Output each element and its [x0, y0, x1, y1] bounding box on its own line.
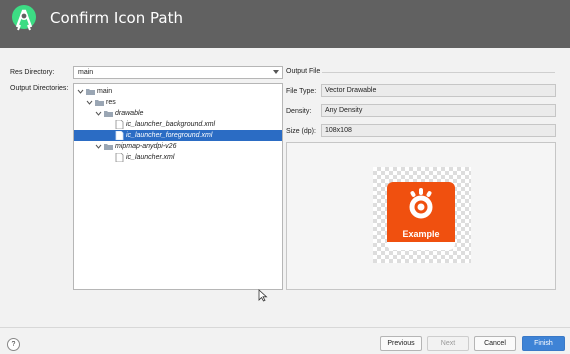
density-field: Any Density	[321, 104, 556, 117]
tree-row-ic-launcher-foreground[interactable]: ic_launcher_foreground.xml	[74, 130, 282, 141]
tree-item-label: ic_launcher.xml	[126, 154, 175, 161]
chevron-down-icon[interactable]	[95, 143, 102, 150]
file-type-label: File Type:	[286, 88, 317, 95]
section-divider	[322, 72, 555, 73]
size-field: 108x108	[321, 124, 556, 137]
folder-icon	[86, 89, 95, 95]
footer-divider	[0, 327, 570, 328]
density-value: Any Density	[325, 107, 363, 114]
res-directory-value: main	[78, 69, 94, 76]
window-title: Confirm Icon Path	[50, 9, 183, 27]
cancel-button[interactable]: Cancel	[474, 336, 516, 351]
tree-row-drawable[interactable]: drawable	[74, 108, 282, 119]
folder-icon	[104, 144, 113, 150]
res-directory-dropdown[interactable]: main	[73, 66, 283, 79]
help-button[interactable]: ?	[7, 338, 20, 351]
app-icon-band: Example	[387, 226, 455, 242]
file-icon	[115, 120, 124, 129]
icon-preview-panel: Example	[286, 142, 556, 290]
tree-row-res[interactable]: res	[74, 97, 282, 108]
app-icon-text: Example	[402, 229, 440, 239]
tree-row-main[interactable]: main	[74, 86, 282, 97]
folder-icon	[95, 100, 104, 106]
chevron-down-icon	[273, 70, 279, 74]
android-studio-logo-icon	[12, 5, 36, 31]
tree-item-label: drawable	[115, 110, 144, 117]
mouse-cursor-icon	[258, 289, 268, 302]
finish-button[interactable]: Finish	[522, 336, 565, 351]
density-label: Density:	[286, 108, 312, 115]
output-file-section-title: Output File	[286, 68, 321, 75]
chevron-down-icon[interactable]	[77, 88, 84, 95]
app-icon-preview: Example	[387, 182, 455, 250]
tree-item-label: res	[106, 99, 116, 106]
next-button[interactable]: Next	[427, 336, 469, 351]
file-type-value: Vector Drawable	[325, 87, 377, 94]
tree-item-label: main	[97, 88, 113, 95]
tree-item-label: ic_launcher_foreground.xml	[126, 132, 213, 139]
output-directories-label: Output Directories:	[10, 85, 69, 92]
output-directories-tree[interactable]: main res drawable ic_launcher_background…	[73, 83, 283, 290]
previous-button[interactable]: Previous	[380, 336, 422, 351]
app-logo-icon	[409, 188, 433, 219]
file-icon	[115, 131, 124, 140]
chevron-down-icon[interactable]	[86, 99, 93, 106]
tree-row-ic-launcher-background[interactable]: ic_launcher_background.xml	[74, 119, 282, 130]
file-type-field: Vector Drawable	[321, 84, 556, 97]
tree-row-mipmap-anydpi-v26[interactable]: mipmap-anydpi-v26	[74, 141, 282, 152]
size-label: Size (dp):	[286, 128, 316, 135]
tree-item-label: ic_launcher_background.xml	[126, 121, 216, 128]
size-value: 108x108	[325, 127, 352, 134]
file-icon	[115, 153, 124, 162]
title-bar: Confirm Icon Path	[0, 0, 570, 48]
tree-row-ic-launcher[interactable]: ic_launcher.xml	[74, 152, 282, 163]
transparency-checkerboard: Example	[373, 167, 471, 263]
tree-item-label: mipmap-anydpi-v26	[115, 143, 177, 150]
chevron-down-icon[interactable]	[95, 110, 102, 117]
folder-icon	[104, 111, 113, 117]
res-directory-label: Res Directory:	[10, 69, 55, 76]
